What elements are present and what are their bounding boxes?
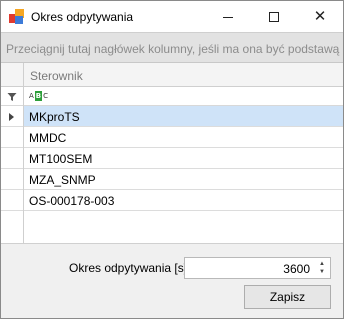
table-row[interactable]: MKproTS [1,106,343,127]
grid-rows: MKproTS MMDC MT100SEM MZA_SNMP OS-000178… [1,106,343,211]
window-title: Okres odpytywania [31,10,134,24]
period-value[interactable]: 3600 [283,262,310,276]
row-cell-sterownik[interactable]: MKproTS [24,106,343,126]
row-indicator [1,169,24,190]
maximize-icon [269,11,279,22]
close-button[interactable]: ✕ [297,1,343,32]
row-indicator [1,190,24,211]
row-pointer-icon [9,112,14,121]
row-focus-indicator [1,106,24,127]
row-indicator [1,148,24,169]
header-indicator-cell [1,63,24,87]
abc-text-filter-icon[interactable]: ABC [29,91,48,101]
row-cell-sterownik[interactable]: MMDC [24,127,343,147]
row-cell-sterownik[interactable]: MZA_SNMP [24,169,343,189]
minimize-icon [223,17,233,18]
grid-header: Sterownik [1,63,343,87]
dialog-window: Okres odpytywania ✕ Przeciągnij tutaj na… [0,0,344,319]
group-by-panel[interactable]: Przeciągnij tutaj nagłówek kolumny, jeśl… [1,32,343,63]
filter-icon [1,87,24,106]
spin-up-icon[interactable]: ▲ [319,260,325,268]
row-cell-sterownik[interactable]: MT100SEM [24,148,343,168]
group-by-hint: Przeciągnij tutaj nagłówek kolumny, jeśl… [6,42,343,56]
row-indicator [1,127,24,148]
title-bar[interactable]: Okres odpytywania ✕ [1,1,343,32]
controllers-grid: Sterownik ABC MKproTS MMDC MT100SEM MZA_… [1,63,343,244]
indicator-column-empty [1,211,24,244]
auto-filter-row[interactable]: ABC [1,87,343,106]
close-icon: ✕ [313,8,327,25]
period-label: Okres odpytywania [s] [69,261,188,275]
period-spin-input[interactable]: 3600 ▲ ▼ [184,257,331,279]
table-row[interactable]: OS-000178-003 [1,190,343,211]
app-logo-icon [9,9,25,25]
table-row[interactable]: MMDC [1,127,343,148]
row-cell-sterownik[interactable]: OS-000178-003 [24,190,343,210]
column-header-sterownik[interactable]: Sterownik [30,69,83,83]
spin-buttons[interactable]: ▲ ▼ [315,259,329,277]
minimize-button[interactable] [205,1,251,32]
save-button[interactable]: Zapisz [244,285,331,309]
spin-down-icon[interactable]: ▼ [319,268,325,276]
table-row[interactable]: MZA_SNMP [1,169,343,190]
maximize-button[interactable] [251,1,297,32]
table-row[interactable]: MT100SEM [1,148,343,169]
